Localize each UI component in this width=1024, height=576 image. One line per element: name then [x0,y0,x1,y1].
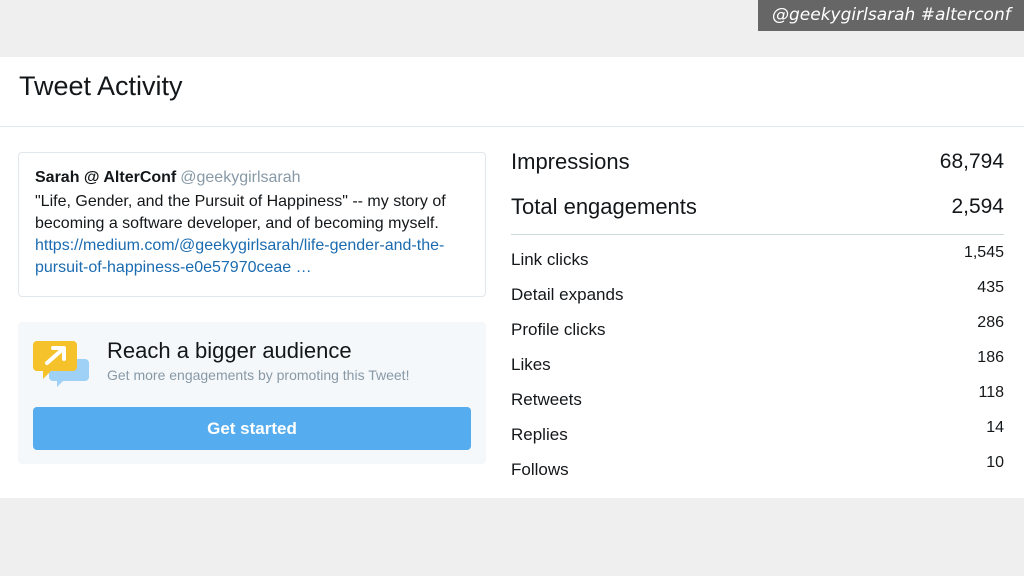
author-handle[interactable]: @geekygirlsarah [180,169,300,186]
panel-header: Tweet Activity [0,57,1024,127]
page-title: Tweet Activity [19,71,183,101]
stat-link-clicks: Link clicks 1,545 [511,241,1004,276]
handle-banner: @geekygirlsarah #alterconf [758,0,1024,31]
get-started-button[interactable]: Get started [33,407,471,450]
tweet-text: "Life, Gender, and the Pursuit of Happin… [35,191,469,279]
stat-follows: Follows 10 [511,451,1004,486]
stat-value: 435 [977,279,1004,296]
stat-value: 14 [986,419,1004,436]
promote-box: Reach a bigger audience Get more engagem… [18,322,486,464]
stat-impressions: Impressions 68,794 [511,139,1004,184]
stat-value: 1,545 [963,244,1004,261]
stat-detail-expands: Detail expands 435 [511,276,1004,311]
stat-label: Link clicks [511,250,589,269]
stat-label: Follows [511,460,569,479]
tweet-activity-panel: Tweet Activity Sarah @ AlterConf @geekygi… [0,57,1024,498]
tweet-card[interactable]: Sarah @ AlterConf @geekygirlsarah "Life, … [18,152,486,297]
stat-value: 186 [977,349,1004,366]
stat-likes: Likes 186 [511,346,1004,381]
stat-value: 2,594 [951,194,1004,218]
stat-value: 68,794 [939,149,1004,173]
stat-label: Detail expands [511,285,624,304]
stat-value: 118 [978,384,1004,401]
author-name[interactable]: Sarah @ AlterConf [35,169,176,186]
stats-divider [511,234,1004,235]
stat-label: Profile clicks [511,320,606,339]
stat-label: Replies [511,425,568,444]
stat-value: 286 [977,314,1004,331]
stat-replies: Replies 14 [511,416,1004,451]
tweet-link[interactable]: https://medium.com/@geekygirlsarah/life-… [35,237,444,276]
stat-retweets: Retweets 118 [511,381,1004,416]
promo-title: Reach a bigger audience [107,338,352,363]
promote-arrow-icon [33,341,89,387]
stat-profile-clicks: Profile clicks 286 [511,311,1004,346]
stats-panel: Impressions 68,794 Total engagements 2,5… [511,139,1004,486]
promo-subtitle: Get more engagements by promoting this T… [107,367,410,383]
stat-value: 10 [986,454,1004,471]
stat-label: Retweets [511,390,582,409]
tweet-author: Sarah @ AlterConf @geekygirlsarah [35,167,469,189]
stat-label: Likes [511,355,551,374]
tweet-body: "Life, Gender, and the Pursuit of Happin… [35,193,446,232]
stat-total-engagements: Total engagements 2,594 [511,184,1004,229]
stat-label: Total engagements [511,193,697,219]
stat-label: Impressions [511,148,630,174]
